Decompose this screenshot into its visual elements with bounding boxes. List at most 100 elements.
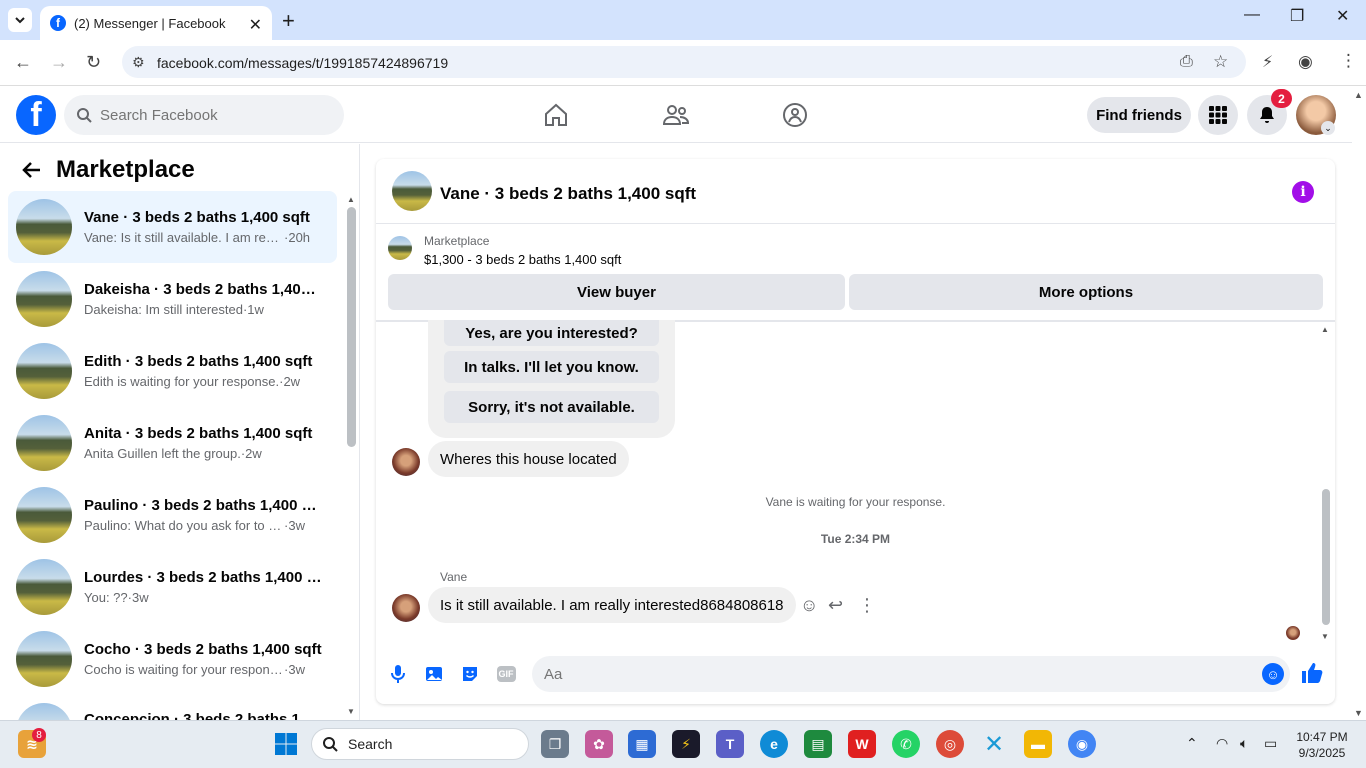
sidebar-scrollbar[interactable]: [347, 207, 356, 447]
info-icon[interactable]: i: [1292, 181, 1314, 203]
scroll-up-arrow[interactable]: ▲: [1321, 325, 1329, 334]
system-tray-chevron-icon[interactable]: ⌃: [1186, 735, 1198, 752]
profile-icon[interactable]: ◉: [1298, 52, 1313, 72]
sticker-icon[interactable]: [458, 662, 482, 686]
edge-browser-icon[interactable]: e: [760, 730, 788, 758]
conversation-item-cocho[interactable]: Cocho · 3 beds 2 baths 1,400 sqft Cocho …: [8, 623, 337, 695]
conversation-preview: You: ??: [84, 590, 128, 605]
conversation-avatar: [16, 487, 72, 543]
close-window-button[interactable]: ✕: [1336, 6, 1349, 26]
back-arrow-icon[interactable]: [22, 160, 42, 186]
status-text: Vane is waiting for your response.: [765, 495, 946, 509]
quick-reply-button[interactable]: In talks. I'll let you know.: [444, 351, 659, 383]
taskbar-clock[interactable]: 10:47 PM 9/3/2025: [1290, 729, 1354, 761]
reload-button[interactable]: ↻: [86, 52, 101, 73]
power-automate-icon[interactable]: ⚡: [672, 730, 700, 758]
scroll-down-arrow[interactable]: ▼: [347, 707, 355, 716]
battery-icon[interactable]: ▭: [1264, 735, 1277, 752]
store-app-icon[interactable]: ▦: [628, 730, 656, 758]
conversation-preview: Vane: Is it still available. I am really…: [84, 230, 284, 245]
view-buyer-button[interactable]: View buyer: [388, 274, 845, 310]
back-button[interactable]: ←: [14, 52, 32, 73]
page-scroll-down-arrow[interactable]: ▼: [1354, 708, 1363, 718]
message-input[interactable]: [544, 665, 1244, 683]
reply-icon[interactable]: ↩: [828, 595, 843, 616]
bookmark-star-icon[interactable]: ☆: [1213, 52, 1228, 72]
sheets-app-icon[interactable]: ▤: [804, 730, 832, 758]
emoji-icon[interactable]: ☺: [1262, 663, 1284, 685]
teams-app-icon[interactable]: T: [716, 730, 744, 758]
bell-icon: [1260, 107, 1274, 123]
facebook-logo-icon[interactable]: f: [16, 95, 56, 135]
maximize-button[interactable]: ❐: [1290, 6, 1304, 26]
home-icon[interactable]: [541, 100, 571, 130]
sender-name: Vane: [440, 570, 468, 584]
chat-avatar[interactable]: [392, 171, 432, 211]
facebook-search[interactable]: [64, 95, 344, 135]
conversation-item-concepcion[interactable]: Concepcion · 3 beds 2 baths 1,4...: [8, 695, 337, 720]
menu-grid-button[interactable]: [1198, 95, 1238, 135]
search-input[interactable]: [100, 106, 320, 124]
react-emoji-icon[interactable]: ☺: [800, 595, 818, 616]
more-options-button[interactable]: More options: [849, 274, 1323, 310]
browser-menu-icon[interactable]: ⋮: [1340, 51, 1357, 71]
scroll-up-arrow[interactable]: ▲: [347, 195, 355, 204]
task-view-icon[interactable]: ❐: [541, 730, 569, 758]
new-tab-button[interactable]: +: [282, 8, 295, 34]
gif-icon[interactable]: GIF: [494, 662, 518, 686]
quick-reply-button[interactable]: Sorry, it's not available.: [444, 391, 659, 423]
chevron-down-icon[interactable]: ⌄: [1321, 121, 1335, 135]
x-app-icon[interactable]: ✕: [980, 730, 1008, 758]
browser-tab-messenger[interactable]: f (2) Messenger | Facebook ✕: [40, 6, 272, 40]
wifi-icon[interactable]: ◠: [1216, 735, 1228, 752]
install-app-icon[interactable]: ⎙: [1180, 53, 1193, 71]
marketplace-label: Marketplace: [424, 234, 490, 248]
whatsapp-icon[interactable]: ✆: [892, 730, 920, 758]
conversation-item-edith[interactable]: Edith · 3 beds 2 baths 1,400 sqft Edith …: [8, 335, 337, 407]
message-bubble[interactable]: Wheres this house located: [428, 441, 629, 477]
message-bubble[interactable]: Is it still available. I am really inter…: [428, 587, 796, 623]
forward-button[interactable]: →: [50, 52, 68, 73]
chrome-profile-icon[interactable]: ◎: [936, 730, 964, 758]
message-composer[interactable]: [532, 656, 1290, 692]
thumbs-up-icon[interactable]: [1300, 661, 1324, 692]
windows-start-icon[interactable]: [272, 730, 300, 758]
conversation-item-lourdes[interactable]: Lourdes · 3 beds 2 baths 1,400 s... You:…: [8, 551, 337, 623]
conversation-item-dakeisha[interactable]: Dakeisha · 3 beds 2 baths 1,400 ... Dake…: [8, 263, 337, 335]
wps-app-icon[interactable]: W: [848, 730, 876, 758]
groups-icon[interactable]: [780, 100, 810, 130]
conversation-time: 2w: [283, 374, 301, 389]
close-tab-icon[interactable]: ✕: [249, 15, 262, 35]
extension-icon[interactable]: ⚡: [1262, 52, 1273, 72]
page-scroll-up-arrow[interactable]: ▲: [1354, 90, 1363, 100]
photo-icon[interactable]: [422, 662, 446, 686]
volume-icon[interactable]: 🔈︎: [1240, 735, 1248, 752]
sender-avatar[interactable]: [392, 594, 420, 622]
friends-icon[interactable]: [661, 100, 691, 130]
conversation-item-anita[interactable]: Anita · 3 beds 2 baths 1,400 sqft Anita …: [8, 407, 337, 479]
tab-search-button[interactable]: [8, 8, 32, 32]
quick-reply-button[interactable]: Yes, are you interested?: [444, 320, 659, 346]
url-text[interactable]: facebook.com/messages/t/1991857424896719: [157, 55, 448, 71]
taskbar-search[interactable]: Search: [311, 728, 529, 760]
chat-scrollbar[interactable]: [1322, 489, 1330, 625]
photos-app-icon[interactable]: ✿: [585, 730, 613, 758]
find-friends-button[interactable]: Find friends: [1087, 97, 1191, 133]
facebook-favicon-icon: f: [50, 15, 66, 31]
scroll-down-arrow[interactable]: ▼: [1321, 632, 1329, 641]
notification-badge: 2: [1271, 89, 1292, 108]
sender-avatar[interactable]: [392, 448, 420, 476]
chrome-browser-icon[interactable]: ◉: [1068, 730, 1096, 758]
site-info-icon[interactable]: ⚙: [132, 54, 145, 71]
conversation-item-vane[interactable]: Vane · 3 beds 2 baths 1,400 sqft Vane: I…: [8, 191, 337, 263]
more-actions-icon[interactable]: ⋮: [858, 595, 876, 616]
conversation-time: 1w: [247, 302, 264, 317]
microphone-icon[interactable]: [386, 662, 410, 686]
minimize-button[interactable]: —: [1244, 6, 1260, 24]
conversation-item-paulino[interactable]: Paulino · 3 beds 2 baths 1,400 sqft Paul…: [8, 479, 337, 551]
conversation-time: 3w: [131, 590, 149, 605]
listing-summary: $1,300 - 3 beds 2 baths 1,400 sqft: [424, 252, 622, 267]
chat-title[interactable]: Vane · 3 beds 2 baths 1,400 sqft: [440, 184, 696, 204]
file-explorer-icon[interactable]: ▬: [1024, 730, 1052, 758]
seen-avatar: [1286, 626, 1300, 640]
